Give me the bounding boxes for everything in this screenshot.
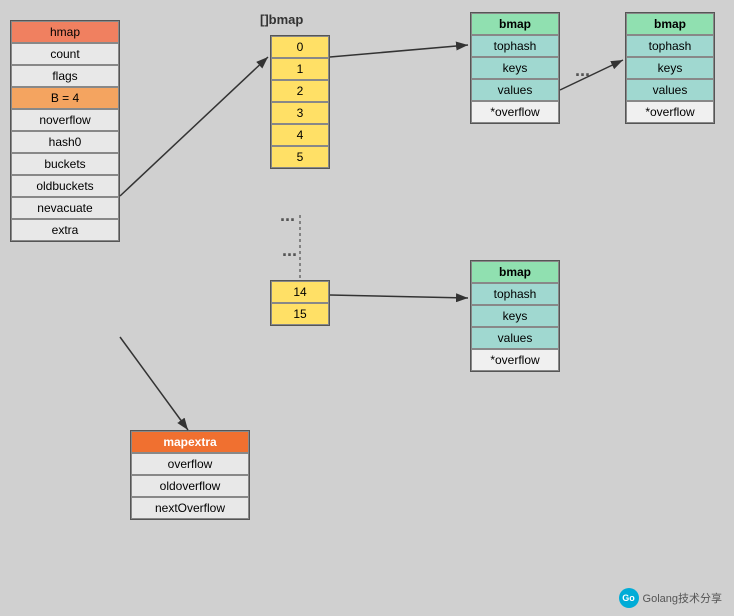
bmap1-field-values: values [471, 79, 559, 101]
bmap-index-14: 14 [271, 281, 329, 303]
watermark: Go Golang技术分享 [619, 588, 722, 608]
bmap3-field-values: values [471, 327, 559, 349]
mapextra-field-nextoverflow: nextOverflow [131, 497, 249, 519]
mapextra-field-overflow: overflow [131, 453, 249, 475]
bmap1-field-tophash: tophash [471, 35, 559, 57]
mapextra-struct: mapextra overflow oldoverflow nextOverfl… [130, 430, 250, 520]
bmap3-field-keys: keys [471, 305, 559, 327]
bmap-index-15: 15 [271, 303, 329, 325]
watermark-text: Golang技术分享 [643, 590, 722, 606]
dots-bottom-array: ... [282, 240, 297, 261]
bmap-array-top: 0 1 2 3 4 5 [270, 35, 330, 169]
hmap-field-noverflow: noverflow [11, 109, 119, 131]
dots-top-right: ... [575, 60, 590, 81]
bmap-struct-2: bmap tophash keys values *overflow [625, 12, 715, 124]
hmap-struct: hmap count flags B = 4 noverflow hash0 b… [10, 20, 120, 242]
bmap-struct-1: bmap tophash keys values *overflow [470, 12, 560, 124]
golang-logo: Go [619, 588, 639, 608]
bmap1-field-keys: keys [471, 57, 559, 79]
bmap-array-bottom: 14 15 [270, 280, 330, 326]
bmap-struct-3: bmap tophash keys values *overflow [470, 260, 560, 372]
bmap3-field-tophash: tophash [471, 283, 559, 305]
mapextra-label: mapextra [131, 431, 249, 453]
bmap2-field-keys: keys [626, 57, 714, 79]
bmap-array-label: []bmap [260, 12, 303, 27]
bmap-index-3: 3 [271, 102, 329, 124]
hmap-field-flags: flags [11, 65, 119, 87]
bmap2-field-values: values [626, 79, 714, 101]
diagram: hmap count flags B = 4 noverflow hash0 b… [0, 0, 734, 616]
hmap-field-buckets: buckets [11, 153, 119, 175]
bmap3-field-bmap: bmap [471, 261, 559, 283]
hmap-field-oldbuckets: oldbuckets [11, 175, 119, 197]
bmap1-field-bmap: bmap [471, 13, 559, 35]
bmap2-field-bmap: bmap [626, 13, 714, 35]
mapextra-field-oldoverflow: oldoverflow [131, 475, 249, 497]
bmap1-field-overflow: *overflow [471, 101, 559, 123]
bmap-index-4: 4 [271, 124, 329, 146]
bmap-index-5: 5 [271, 146, 329, 168]
hmap-field-hmap: hmap [11, 21, 119, 43]
bmap-index-1: 1 [271, 58, 329, 80]
bmap2-field-overflow: *overflow [626, 101, 714, 123]
hmap-field-hash0: hash0 [11, 131, 119, 153]
bmap-index-0: 0 [271, 36, 329, 58]
dots-middle: ... [280, 205, 295, 226]
bmap2-field-tophash: tophash [626, 35, 714, 57]
hmap-field-B: B = 4 [11, 87, 119, 109]
bmap-index-2: 2 [271, 80, 329, 102]
bmap3-field-overflow: *overflow [471, 349, 559, 371]
hmap-field-count: count [11, 43, 119, 65]
hmap-field-extra: extra [11, 219, 119, 241]
hmap-field-nevacuate: nevacuate [11, 197, 119, 219]
